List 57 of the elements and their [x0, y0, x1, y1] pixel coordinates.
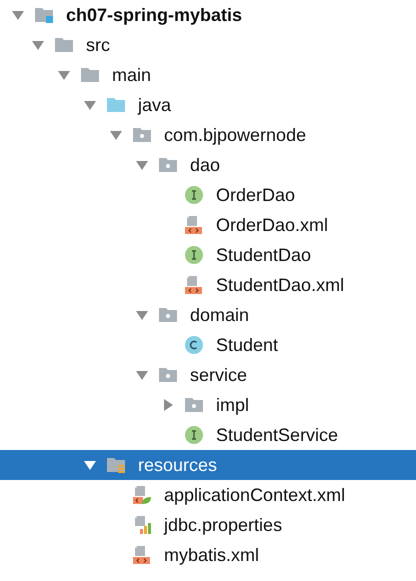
folder-icon: [106, 455, 126, 475]
tree-row[interactable]: resources: [0, 450, 416, 480]
folder-icon: [80, 65, 100, 85]
tree-row[interactable]: ch07-spring-mybatis: [0, 0, 416, 30]
spring-xml-file-icon: [132, 485, 152, 505]
package-icon: [158, 305, 178, 325]
tree-row[interactable]: applicationContext.xml: [0, 480, 416, 510]
tree-row[interactable]: com.bjpowernode: [0, 120, 416, 150]
tree-row[interactable]: Student: [0, 330, 416, 360]
item-label: java: [138, 94, 172, 116]
item-label: StudentDao.xml: [216, 274, 344, 296]
tree-row[interactable]: mybatis.xml: [0, 540, 416, 570]
item-label: main: [112, 64, 152, 86]
tree-row[interactable]: StudentService: [0, 420, 416, 450]
tree-row[interactable]: jdbc.properties: [0, 510, 416, 540]
item-label: StudentDao: [216, 244, 312, 266]
xml-file-icon: [184, 215, 204, 235]
tree-row[interactable]: StudentDao: [0, 240, 416, 270]
tree-row[interactable]: StudentDao.xml: [0, 270, 416, 300]
package-icon: [184, 395, 204, 415]
package-icon: [158, 365, 178, 385]
package-icon: [158, 155, 178, 175]
item-label: Student: [216, 334, 278, 356]
xml-file-icon: [132, 545, 152, 565]
item-label: ch07-spring-mybatis: [66, 4, 242, 26]
item-label: com.bjpowernode: [164, 124, 306, 146]
package-icon: [132, 125, 152, 145]
properties-file-icon: [132, 515, 152, 535]
folder-icon: [34, 5, 54, 25]
item-label: service: [190, 364, 248, 386]
item-label: mybatis.xml: [164, 544, 260, 566]
class-icon: [184, 335, 204, 355]
tree-row[interactable]: OrderDao: [0, 180, 416, 210]
interface-icon: [184, 185, 204, 205]
item-label: applicationContext.xml: [164, 484, 346, 506]
tree-row[interactable]: impl: [0, 390, 416, 420]
tree-row[interactable]: dao: [0, 150, 416, 180]
item-label: impl: [216, 394, 250, 416]
interface-icon: [184, 245, 204, 265]
item-label: domain: [190, 304, 250, 326]
item-label: jdbc.properties: [164, 514, 282, 536]
tree-row[interactable]: main: [0, 60, 416, 90]
folder-icon: [54, 35, 74, 55]
interface-icon: [184, 425, 204, 445]
item-label: src: [86, 34, 110, 56]
tree-row[interactable]: domain: [0, 300, 416, 330]
tree-row[interactable]: src: [0, 30, 416, 60]
item-label: OrderDao.xml: [216, 214, 328, 236]
folder-icon: [106, 95, 126, 115]
item-label: dao: [190, 154, 220, 176]
item-label: resources: [138, 454, 218, 476]
item-label: OrderDao: [216, 184, 296, 206]
item-label: StudentService: [216, 424, 338, 446]
tree-row[interactable]: service: [0, 360, 416, 390]
xml-file-icon: [184, 275, 204, 295]
tree-row[interactable]: java: [0, 90, 416, 120]
tree-row[interactable]: OrderDao.xml: [0, 210, 416, 240]
